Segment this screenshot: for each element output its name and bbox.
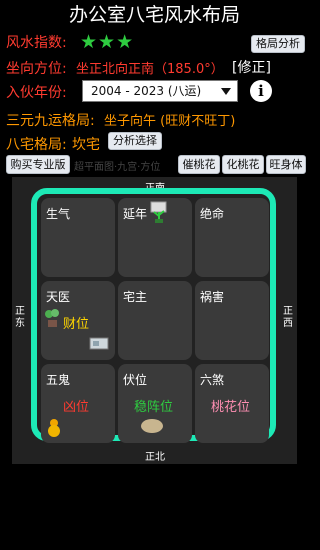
- cell-huohai[interactable]: 祸害: [195, 281, 269, 360]
- facing-label: 坐向方位:: [6, 61, 67, 77]
- cell-label: 生气: [46, 207, 71, 221]
- cell-wugui[interactable]: 五鬼 凶位: [41, 364, 115, 443]
- cell-yannian[interactable]: 延年: [118, 198, 192, 277]
- star-icon: ★: [98, 31, 116, 53]
- sanyuan-label: 三元九运格局:: [6, 113, 95, 129]
- stone-icon: [141, 419, 163, 433]
- plant-icon: [150, 201, 167, 223]
- direction-west: 正西: [283, 306, 293, 329]
- pattern-analysis-button[interactable]: 格局分析: [251, 35, 305, 53]
- cell-extra-taohua: 桃花位: [211, 400, 251, 415]
- fengshui-index-label: 风水指数:: [6, 35, 67, 51]
- cell-label: 六煞: [200, 373, 225, 387]
- star-icon: ★: [116, 31, 134, 53]
- info-icon[interactable]: i: [250, 80, 272, 102]
- chevron-down-icon: [221, 88, 231, 95]
- cell-extra-caiwei: 财位: [63, 317, 90, 332]
- star-icon: ★: [80, 31, 98, 53]
- cell-label: 伏位: [123, 373, 148, 387]
- cell-label: 宅主: [123, 290, 148, 304]
- cell-label: 天医: [46, 290, 71, 304]
- buy-pro-button[interactable]: 购买专业版: [6, 155, 70, 174]
- direction-north: 正北: [145, 452, 165, 463]
- bazhai-value: 坎宅: [72, 137, 100, 153]
- hidden-caption: 超平面图·九宫·方位: [74, 162, 161, 173]
- money-plant-icon: [45, 309, 59, 327]
- cell-extra-wenzhen: 稳阵位: [134, 400, 174, 415]
- cell-label: 绝命: [200, 207, 225, 221]
- cell-shengqi[interactable]: 生气: [41, 198, 115, 277]
- cuitao-button[interactable]: 催桃花: [178, 155, 220, 174]
- cell-label: 祸害: [200, 290, 225, 304]
- year-select-value: 2004 - 2023 (八运): [91, 84, 202, 98]
- gourd-icon: [48, 419, 60, 437]
- direction-east: 正东: [15, 306, 25, 329]
- year-select[interactable]: 2004 - 2023 (八运): [82, 80, 238, 102]
- cell-fuwei[interactable]: 伏位 稳阵位: [118, 364, 192, 443]
- cell-label: 延年: [123, 207, 148, 221]
- cell-tianyi[interactable]: 天医 财位: [41, 281, 115, 360]
- cell-liusha[interactable]: 六煞 桃花位: [195, 364, 269, 443]
- cell-zhaizhu[interactable]: 宅主: [118, 281, 192, 360]
- wangshen-button[interactable]: 旺身体: [266, 155, 306, 174]
- cell-extra-xiongwei: 凶位: [63, 400, 90, 415]
- cell-jueming[interactable]: 绝命: [195, 198, 269, 277]
- cell-label: 五鬼: [46, 373, 71, 387]
- facing-value: 坐正北向正南（185.0°）: [76, 62, 224, 77]
- rating-stars: ★★★: [80, 31, 134, 53]
- correct-link[interactable]: [修正]: [232, 57, 271, 77]
- year-label: 入伙年份:: [6, 85, 67, 101]
- safe-box-icon: [89, 337, 109, 350]
- page-title: 办公室八宅风水布局: [68, 4, 240, 26]
- analyze-select-button[interactable]: 分析选择: [108, 132, 162, 150]
- sanyuan-value: 坐子向午 (旺财不旺丁): [104, 114, 236, 129]
- bazhai-label: 八宅格局:: [6, 137, 67, 153]
- huatao-button[interactable]: 化桃花: [222, 155, 264, 174]
